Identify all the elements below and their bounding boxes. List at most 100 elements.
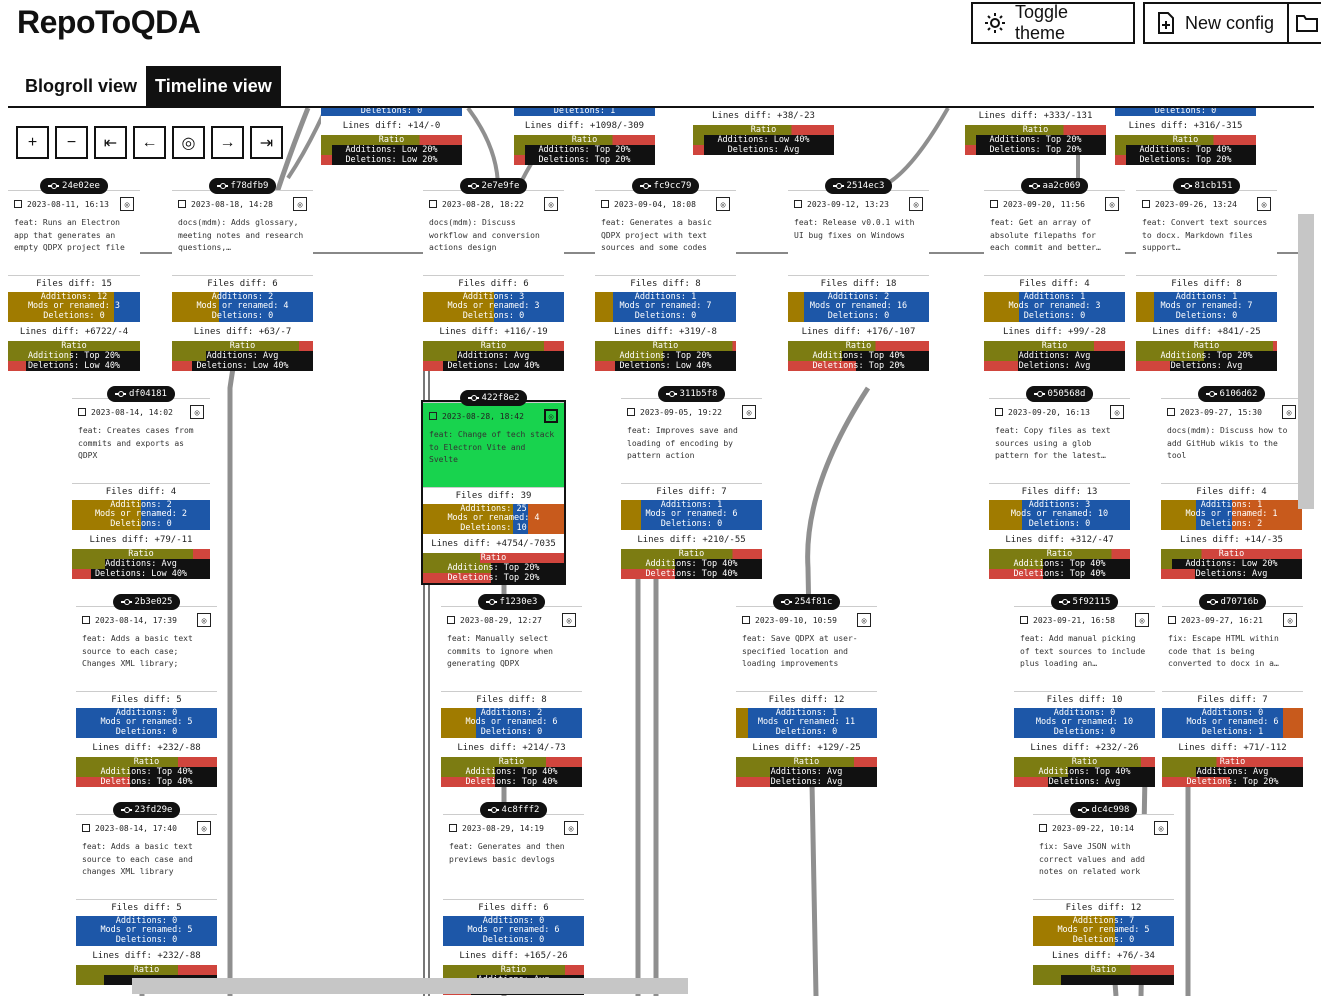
go-next-button[interactable]: → [211,126,244,159]
commit-card[interactable]: 24e02ee 2023-08-11, 16:13 ◎ feat: Runs an E… [8,178,140,371]
commit-card[interactable]: 5f92115 2023-09-21, 16:58 ◎ feat: Add manua… [1014,594,1155,787]
open-config-button[interactable] [1287,2,1321,44]
select-commit-icon[interactable]: ◎ [120,197,134,211]
commit-card[interactable]: 2514ec3 2023-09-12, 13:23 ◎ feat: Release v… [788,178,929,371]
commit-card[interactable]: fc9cc79 2023-09-04, 18:08 ◎ feat: Generates… [595,178,736,371]
commit-hash-badge[interactable]: 24e02ee [40,178,108,194]
commit-hash-badge[interactable]: df04181 [107,386,175,402]
commit-hash-badge[interactable]: 81cb151 [1172,178,1241,194]
commit-card[interactable]: 422f8e2 2023-08-28, 18:42 ◎ feat: Change of… [421,390,566,585]
timeline-canvas[interactable]: Deletions: 0 Lines diff: +14/-0 Ratio Addit… [8,108,1314,996]
commit-card-partial[interactable]: Deletions: 0 Lines diff: +14/-0 Ratio Addit… [321,108,462,165]
commit-card[interactable]: 2b3e025 2023-08-14, 17:39 ◎ feat: Adds a ba… [76,594,217,787]
ratio-del-row: Deletions: Top 40% [76,777,217,787]
select-commit-icon[interactable]: ◎ [1154,821,1168,835]
commit-hash-badge[interactable]: dc4c998 [1069,802,1138,818]
commit-hash-badge[interactable]: aa2c069 [1020,178,1089,194]
commit-date-row: 2023-08-28, 18:22 ◎ [423,190,564,217]
commit-hash-badge[interactable]: 4c8fff2 [479,802,548,818]
commit-card[interactable]: 254f81c 2023-09-10, 10:59 ◎ feat: Save QDPX… [736,594,877,787]
files-diff-labels: Additions: 1 Mods or renamed: 7 Deletions:… [595,292,736,322]
commit-hash-badge[interactable]: f1230e3 [477,594,546,610]
ratio-add-label: Additions: Top 20% [447,563,540,573]
vertical-scrollbar[interactable] [1298,214,1314,509]
ratio-del-label: Deletions: Top 20% [1139,155,1232,165]
commit-hash-badge[interactable]: d70716b [1198,594,1267,610]
select-commit-icon[interactable]: ◎ [1282,405,1296,419]
commit-hash-badge[interactable]: 422f8e2 [459,390,528,406]
commit-card[interactable]: 050568d 2023-09-20, 16:13 ◎ feat: Copy file… [989,386,1130,579]
ratio-label: Ratio [229,341,256,351]
commit-hash-badge[interactable]: 311b5f8 [657,386,726,402]
commit-date: 2023-09-20, 11:56 [1003,199,1085,209]
select-commit-icon[interactable]: ◎ [909,197,923,211]
tab-blogroll-view[interactable]: Blogroll view [16,66,146,106]
ratio-add-label: Additions: Low 20% [1185,559,1278,569]
deletions-count: Deletions: 0 [110,518,172,529]
ratio-label: Ratio [128,549,154,559]
go-previous-button[interactable]: ← [133,126,166,159]
select-commit-icon[interactable]: ◎ [544,409,558,423]
commit-card[interactable]: df04181 2023-08-14, 14:02 ◎ feat: Creates c… [72,386,210,579]
commit-card[interactable]: 6106d62 2023-09-27, 15:30 ◎ docs(mdm): Disc… [1161,386,1302,579]
select-commit-icon[interactable]: ◎ [1105,197,1119,211]
select-commit-icon[interactable]: ◎ [716,197,730,211]
commit-card[interactable]: 81cb151 2023-09-26, 13:24 ◎ feat: Convert t… [1136,178,1277,371]
select-commit-icon[interactable]: ◎ [564,821,578,835]
commit-hash-badge[interactable]: 6106d62 [1197,386,1266,402]
commit-hash-badge[interactable]: 2514ec3 [824,178,893,194]
commit-hash-badge[interactable]: f78dfb9 [208,178,277,194]
commit-card[interactable]: 311b5f8 2023-09-05, 19:22 ◎ feat: Improves … [621,386,762,579]
commit-card[interactable]: 4c8fff2 2023-08-29, 14:19 ◎ feat: Generates… [443,802,584,995]
commit-card-partial[interactable]: Deletions: 0 Lines diff: +316/-315 Ratio Ad… [1115,108,1256,165]
commit-card-partial[interactable]: Lines diff: +38/-23 Ratio Additions: Low 4… [693,108,834,155]
select-commit-icon[interactable]: ◎ [857,613,871,627]
files-diff-bar: Additions: 1 Mods or renamed: 3 Deletions:… [984,292,1125,322]
commit-hash-badge[interactable]: fc9cc79 [631,178,700,194]
commit-card[interactable]: 2e7e9fe 2023-08-28, 18:22 ◎ docs(mdm): Disc… [423,178,564,371]
commit-hash-badge[interactable]: 050568d [1025,386,1094,402]
ratio-add-row: Additions: Top 20% [965,135,1106,145]
zoom-in-button[interactable]: + [16,126,49,159]
commit-card[interactable]: aa2c069 2023-09-20, 11:56 ◎ feat: Get an ar… [984,178,1125,371]
files-diff-bar: Additions: 25 Mods or renamed: 4 Deletions… [423,504,564,534]
ratio-add-label: Additions: Top 40% [465,767,558,777]
commit-hash-badge[interactable]: 2b3e025 [112,594,181,610]
toggle-theme-button[interactable]: Toggle theme [971,2,1135,44]
select-commit-icon[interactable]: ◎ [197,821,211,835]
commit-card[interactable]: d70716b 2023-09-27, 16:21 ◎ fix: Escape HTM… [1162,594,1303,787]
ratio-label: Ratio [133,757,160,767]
commit-card[interactable]: dc4c998 2023-09-22, 10:14 ◎ fix: Save JSON … [1033,802,1174,985]
ratio-add-row: Additions: Avg [72,559,210,569]
select-commit-icon[interactable]: ◎ [742,405,756,419]
commit-card-partial[interactable]: Lines diff: +333/-131 Ratio Additions: Top… [965,108,1106,155]
go-last-button[interactable]: ⇥ [250,126,283,159]
commit-card-partial[interactable]: Deletions: 1 Lines diff: +1098/-309 Ratio A… [514,108,655,165]
select-commit-icon[interactable]: ◎ [197,613,211,627]
select-commit-icon[interactable]: ◎ [1283,613,1297,627]
go-first-button[interactable]: ⇤ [94,126,127,159]
select-commit-icon[interactable]: ◎ [1110,405,1124,419]
commit-card[interactable]: f78dfb9 2023-08-18, 14:28 ◎ docs(mdm): Adds… [172,178,313,371]
tab-timeline-view[interactable]: Timeline view [146,66,281,106]
commit-hash-badge[interactable]: 254f81c [772,594,841,610]
center-view-button[interactable]: ◎ [172,126,205,159]
files-diff-labels: Additions: 7 Mods or renamed: 5 Deletions:… [1033,916,1174,946]
ratio-del-row: Deletions: Avg [1014,777,1155,787]
commit-hash-badge[interactable]: 5f92115 [1050,594,1119,610]
select-commit-icon[interactable]: ◎ [1257,197,1271,211]
select-commit-icon[interactable]: ◎ [1135,613,1149,627]
select-commit-icon[interactable]: ◎ [190,405,204,419]
select-commit-icon[interactable]: ◎ [293,197,307,211]
new-config-button[interactable]: New config [1143,2,1289,44]
horizontal-scrollbar[interactable] [132,978,688,994]
commit-hash-badge[interactable]: 23fd29e [112,802,181,818]
commit-hash: 81cb151 [1194,181,1233,191]
commit-hash-badge[interactable]: 2e7e9fe [459,178,528,194]
zoom-out-button[interactable]: − [55,126,88,159]
commit-card[interactable]: 23fd29e 2023-08-14, 17:40 ◎ feat: Adds a ba… [76,802,217,985]
ratio-bar: Ratio [1161,549,1302,559]
select-commit-icon[interactable]: ◎ [562,613,576,627]
commit-card[interactable]: f1230e3 2023-08-29, 12:27 ◎ feat: Manually … [441,594,582,787]
select-commit-icon[interactable]: ◎ [544,197,558,211]
